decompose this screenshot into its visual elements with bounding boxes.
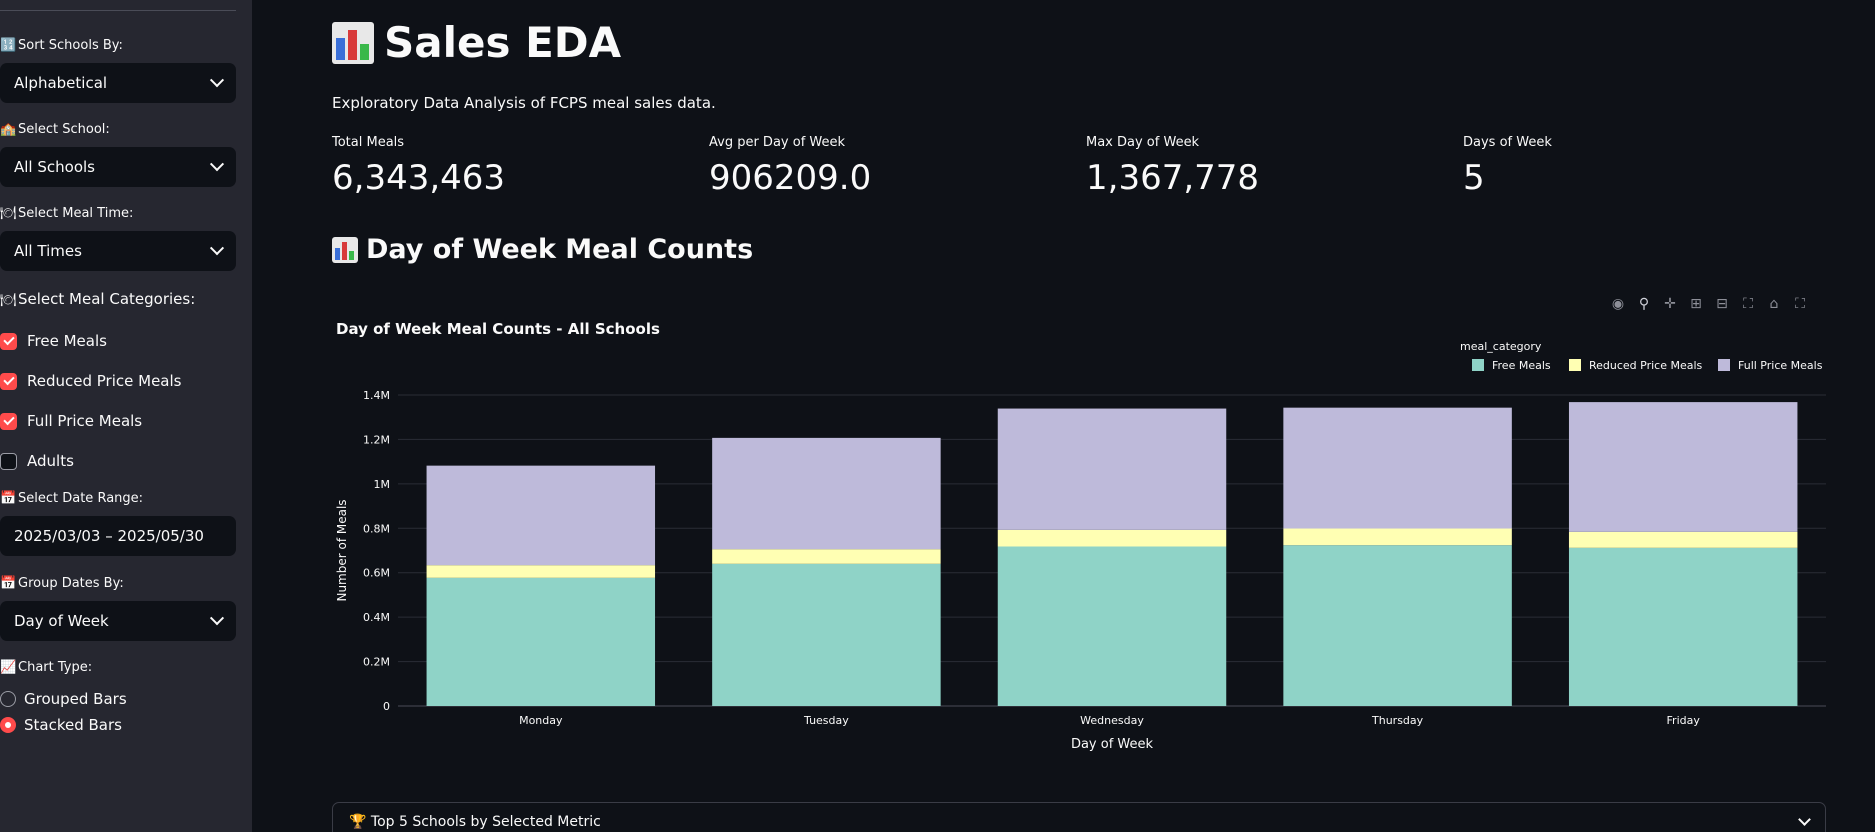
legend-title: meal_category: [1460, 340, 1542, 353]
bar-segment: [1283, 528, 1512, 546]
bar-segment: [997, 529, 1227, 547]
bar-segment: [1283, 407, 1512, 529]
metric-days-of-week: Days of Week 5: [1463, 135, 1552, 198]
metric-value: 5: [1463, 158, 1485, 198]
chevron-down-icon: [1798, 812, 1811, 826]
metric-avg-per-day: Avg per Day of Week 906209.0: [709, 135, 871, 198]
checkbox[interactable]: [0, 372, 17, 390]
checkbox-reduced-price-meals[interactable]: Reduced Price Meals: [0, 372, 181, 390]
bar-segment: [712, 437, 941, 550]
radio-stacked-bars[interactable]: Stacked Bars: [0, 716, 122, 734]
school-icon: 🏫: [0, 122, 17, 137]
legend-swatch: [1569, 359, 1581, 371]
checkbox[interactable]: [0, 452, 17, 470]
groupby-label: 📅 Group Dates By:: [0, 576, 124, 591]
bar-segment: [426, 577, 656, 706]
daterange-input[interactable]: 2025/03/03 – 2025/05/30: [0, 516, 236, 556]
section-title: Day of Week Meal Counts: [332, 234, 753, 265]
bar-segment: [426, 465, 656, 566]
school-select[interactable]: All Schools: [0, 147, 236, 187]
plate-icon: 🍽: [0, 293, 17, 308]
bar-segment: [712, 563, 941, 706]
sidebar: 🔢 Sort Schools By: Alphabetical 🏫 Select S…: [0, 0, 252, 832]
chart-increasing-icon: 📈: [0, 660, 17, 675]
mealtime-label: 🍽Select Meal Time:: [0, 206, 134, 221]
bar-segment: [1568, 531, 1798, 548]
x-axis-title: Day of Week: [1071, 737, 1154, 752]
legend-label: Free Meals: [1492, 359, 1551, 372]
metric-max-day: Max Day of Week 1,367,778: [1086, 135, 1259, 198]
sort-select[interactable]: Alphabetical: [0, 63, 236, 103]
metric-total-meals: Total Meals 6,343,463: [332, 135, 505, 198]
metric-value: 6,343,463: [332, 158, 506, 198]
x-tick-label: Tuesday: [803, 714, 849, 727]
bar-segment: [997, 546, 1227, 706]
page-title: Sales EDA: [332, 18, 621, 67]
x-tick-label: Friday: [1667, 714, 1701, 727]
chevron-down-icon: [209, 157, 225, 172]
y-tick-label: 0.8M: [363, 522, 390, 535]
legend-swatch: [1472, 359, 1484, 371]
legend-swatch: [1718, 359, 1730, 371]
radio-grouped-bars[interactable]: Grouped Bars: [0, 690, 127, 708]
chevron-down-icon: [209, 241, 225, 256]
checkbox-full-price-meals[interactable]: Full Price Meals: [0, 412, 142, 430]
y-tick-label: 1.4M: [363, 389, 390, 402]
checkbox[interactable]: [0, 332, 17, 350]
checkbox-adults[interactable]: Adults: [0, 452, 74, 470]
metric-label: Max Day of Week: [1086, 135, 1200, 150]
trophy-icon: 🏆: [349, 814, 367, 830]
bar-segment: [712, 549, 941, 564]
categories-label: 🍽Select Meal Categories:: [0, 290, 196, 308]
page-subtitle: Exploratory Data Analysis of FCPS meal s…: [332, 94, 716, 112]
bar-segment: [1568, 402, 1798, 532]
charttype-label: 📈 Chart Type:: [0, 660, 93, 675]
y-tick-label: 1M: [374, 478, 391, 491]
x-tick-label: Monday: [519, 714, 563, 727]
top-schools-expander[interactable]: 🏆 Top 5 Schools by Selected Metric: [332, 802, 1826, 832]
sidebar-divider: [0, 10, 236, 11]
x-tick-label: Thursday: [1371, 714, 1424, 727]
bar-chart-icon: [332, 236, 358, 263]
school-label: 🏫 Select School:: [0, 122, 110, 137]
mealtime-select[interactable]: All Times: [0, 231, 236, 271]
bar-segment: [1568, 547, 1798, 706]
y-tick-label: 0: [383, 700, 390, 713]
radio-button[interactable]: [0, 691, 16, 707]
metric-label: Total Meals: [332, 135, 405, 150]
chevron-down-icon: [209, 73, 225, 88]
y-tick-label: 0.6M: [363, 567, 390, 580]
chevron-down-icon: [209, 611, 225, 626]
metric-value: 1,367,778: [1086, 158, 1260, 198]
radio-button[interactable]: [0, 717, 16, 733]
y-tick-label: 0.4M: [363, 611, 390, 624]
groupby-select[interactable]: Day of Week: [0, 601, 236, 641]
checkbox[interactable]: [0, 412, 17, 430]
sort-label: 🔢 Sort Schools By:: [0, 38, 123, 53]
y-tick-label: 0.2M: [363, 656, 390, 669]
bar-segment: [1283, 545, 1512, 706]
bar-segment: [426, 565, 656, 578]
legend-label: Full Price Meals: [1738, 359, 1823, 372]
metric-label: Avg per Day of Week: [709, 135, 846, 150]
y-axis-title: Number of Meals: [335, 499, 349, 601]
y-tick-label: 1.2M: [363, 433, 390, 446]
calendar-icon: 📅: [0, 576, 17, 591]
checkbox-free-meals[interactable]: Free Meals: [0, 332, 107, 350]
bar-segment: [997, 408, 1227, 530]
numbers-icon: 🔢: [0, 38, 17, 53]
calendar-icon: 📅: [0, 491, 17, 506]
stacked-bar-chart: 0 0.2M 0.4M 0.6M 0.8M 1M 1.2M 1.4M Monday Tuesday…: [335, 340, 1826, 752]
x-tick-label: Wednesday: [1080, 714, 1144, 727]
plate-icon: 🍽: [0, 206, 17, 221]
daterange-label: 📅 Select Date Range:: [0, 491, 144, 506]
expander-label: 🏆 Top 5 Schools by Selected Metric: [349, 814, 601, 830]
metric-value: 906209.0: [709, 158, 872, 198]
bar-chart-icon: [332, 21, 374, 64]
legend-label: Reduced Price Meals: [1589, 359, 1703, 372]
metric-label: Days of Week: [1463, 135, 1552, 150]
